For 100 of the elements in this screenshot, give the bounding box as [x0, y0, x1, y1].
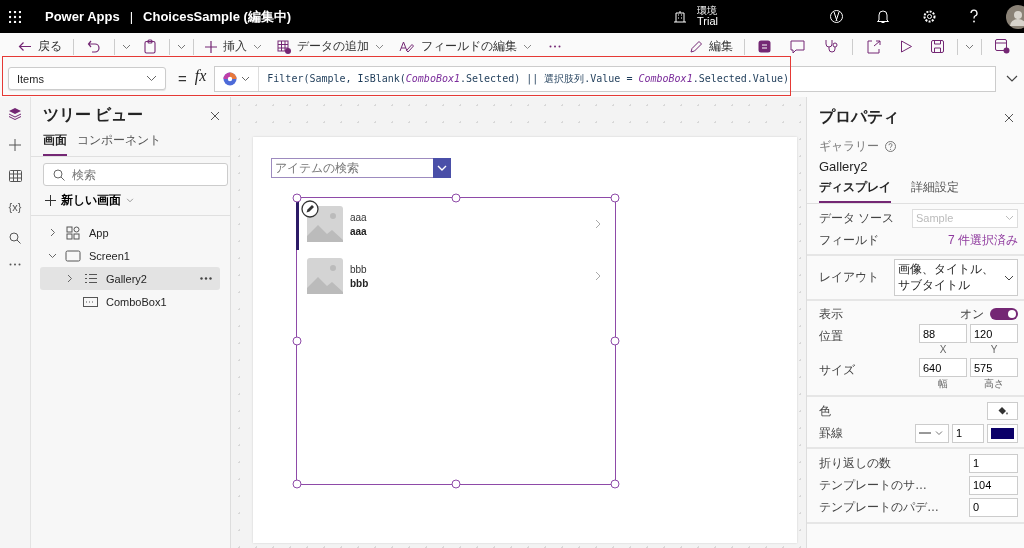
tab[interactable]: 詳細設定: [911, 177, 959, 203]
layers-icon[interactable]: [8, 107, 22, 120]
comment-icon[interactable]: [790, 39, 805, 54]
paint-bucket-icon: [996, 405, 1009, 417]
toggle-switch[interactable]: [990, 308, 1018, 321]
property-dropdown[interactable]: Items: [8, 67, 166, 90]
building-icon[interactable]: [673, 10, 687, 23]
combo-box[interactable]: アイテムの検索: [271, 158, 433, 178]
resize-handle[interactable]: [610, 336, 620, 346]
tab[interactable]: コンポーネント: [77, 130, 161, 156]
resize-handle[interactable]: [451, 479, 461, 489]
border-width-field[interactable]: 1: [952, 423, 984, 443]
control-type: ギャラリー: [819, 138, 879, 155]
combobox-icon: [82, 296, 98, 307]
resize-handle[interactable]: [292, 479, 302, 489]
clipboard-icon[interactable]: [144, 39, 156, 54]
tree-item[interactable]: Screen1: [40, 244, 220, 267]
tree-item[interactable]: ComboBox1: [40, 290, 220, 313]
caret-icon[interactable]: [241, 75, 251, 82]
save-icon[interactable]: [931, 40, 944, 53]
stethoscope-icon[interactable]: [824, 39, 839, 54]
bell-icon[interactable]: [876, 9, 890, 24]
list-icon: [83, 273, 97, 284]
gallery-item[interactable]: bbb bbb: [296, 250, 615, 302]
share-icon[interactable]: [866, 39, 881, 54]
more-icon[interactable]: [9, 263, 21, 266]
template-size-field[interactable]: 104: [969, 475, 1018, 495]
field-caption: X: [939, 345, 947, 356]
equals-sign: =: [178, 70, 187, 87]
close-icon[interactable]: [210, 110, 220, 121]
template-padding-field[interactable]: 0: [969, 497, 1018, 517]
resize-handle[interactable]: [292, 193, 302, 203]
caret-icon[interactable]: [177, 43, 186, 50]
fields-link[interactable]: 7 件選択済み: [948, 231, 1018, 249]
layout-dropdown[interactable]: 画像、タイトル、サブタイトル: [894, 259, 1018, 297]
chevron-right-icon[interactable]: [66, 274, 73, 283]
formula-field[interactable]: Filter(Sample, IsBlank(ComboBox1.Selected) || 選択肢列.Value = ComboBox1.Selected.Value): [214, 65, 996, 92]
x-field[interactable]: 88: [919, 324, 967, 344]
publish-icon[interactable]: [995, 39, 1010, 54]
gallery-item[interactable]: aaa aaa: [296, 198, 615, 250]
wrap-count-field[interactable]: 1: [969, 453, 1018, 473]
caret-icon: [146, 75, 157, 82]
back-button[interactable]: 戻る: [14, 36, 66, 57]
property-label: 表示: [819, 305, 843, 323]
plus-icon[interactable]: [9, 139, 21, 151]
screen-icon: [65, 249, 81, 262]
y-field[interactable]: 120: [970, 324, 1018, 344]
environment-label: 環境: [697, 6, 718, 16]
image-placeholder-icon: [307, 258, 343, 294]
table-icon[interactable]: [8, 170, 22, 182]
control-name: Gallery2: [818, 158, 869, 176]
edit-fields-button[interactable]: フィールドの編集: [395, 36, 536, 57]
edit-button[interactable]: 編集: [685, 36, 737, 57]
field-caption: 高さ: [984, 379, 1004, 390]
border-style-dropdown[interactable]: [915, 423, 949, 443]
chevron-down-icon[interactable]: [48, 252, 57, 259]
expand-caret-icon[interactable]: [1006, 75, 1018, 82]
undo-icon[interactable]: [87, 40, 101, 53]
insert-button[interactable]: 挿入: [201, 36, 266, 57]
toggle-state: オン: [960, 305, 984, 323]
resize-handle[interactable]: [610, 479, 620, 489]
close-icon[interactable]: [1004, 112, 1014, 123]
resize-handle[interactable]: [451, 193, 461, 203]
help-icon[interactable]: [969, 9, 979, 24]
search-field[interactable]: 検索: [43, 163, 228, 186]
height-field[interactable]: 575: [970, 358, 1018, 378]
more-icon[interactable]: [549, 45, 561, 48]
caret-icon[interactable]: [965, 43, 974, 50]
tree-item[interactable]: Gallery2: [40, 267, 220, 290]
add-data-button[interactable]: データの追加: [273, 36, 388, 57]
tab[interactable]: 画面: [43, 130, 67, 156]
resize-handle[interactable]: [292, 336, 302, 346]
item-subtitle: aaa: [350, 225, 368, 237]
caret-icon: [126, 198, 134, 203]
formula-text[interactable]: Filter(Sample, IsBlank(ComboBox1.Selected) || 選択肢列.Value = ComboBox1.Selected.Value): [259, 71, 789, 86]
more-icon[interactable]: [200, 277, 212, 280]
panel-title: プロパティ: [819, 107, 899, 127]
app-checker-icon[interactable]: [758, 40, 771, 53]
tree-item[interactable]: App: [40, 221, 220, 244]
copilot-icon[interactable]: [829, 9, 844, 24]
resize-handle[interactable]: [610, 193, 620, 203]
search-icon[interactable]: [9, 232, 21, 244]
property-label: サイズ: [819, 362, 855, 380]
play-icon[interactable]: [900, 40, 912, 53]
new-screen-button[interactable]: 新しい画面: [31, 189, 230, 216]
chevron-right-icon[interactable]: [49, 228, 56, 237]
avatar[interactable]: [1006, 4, 1024, 29]
fill-color-button[interactable]: [987, 402, 1018, 421]
property-label: 折り返しの数: [819, 454, 891, 472]
variables-icon[interactable]: {x}: [8, 201, 22, 213]
edit-icon[interactable]: [301, 200, 319, 218]
width-field[interactable]: 640: [919, 358, 967, 378]
tab[interactable]: ディスプレイ: [819, 177, 891, 203]
app-launcher-icon[interactable]: [9, 10, 21, 23]
dropdown-button[interactable]: [433, 158, 451, 178]
caret-icon: [253, 43, 262, 50]
property-label: 罫線: [819, 424, 843, 442]
caret-icon[interactable]: [122, 43, 131, 50]
pencil-icon: [689, 39, 703, 54]
settings-icon[interactable]: [922, 9, 937, 24]
